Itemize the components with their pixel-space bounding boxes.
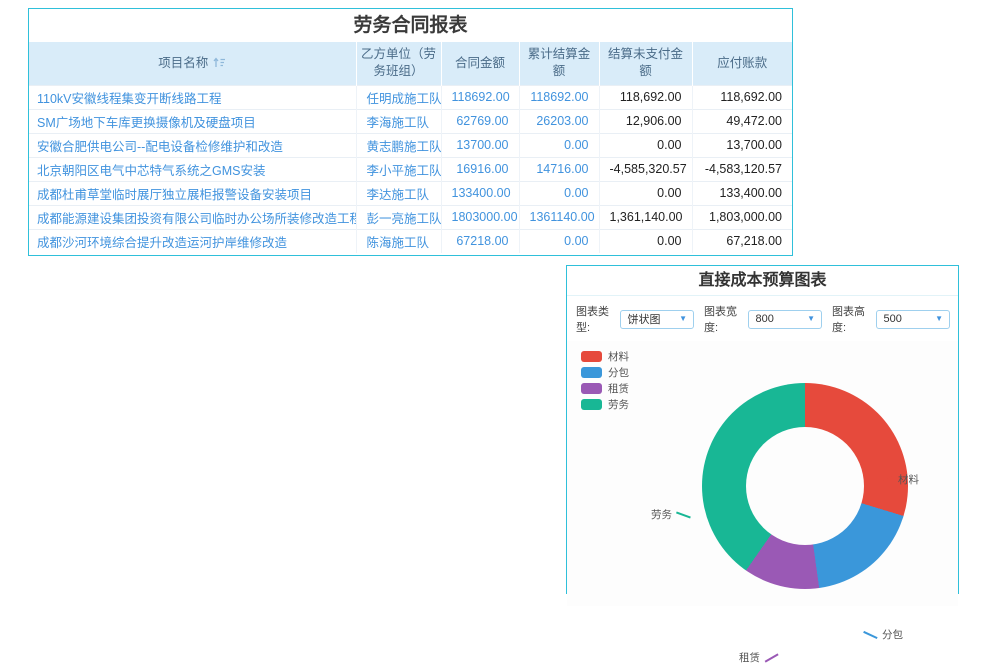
pie-slice-label-lease: 租赁 bbox=[739, 650, 779, 665]
contractor-cell: 任明成施工队 bbox=[356, 85, 441, 109]
chevron-down-icon: ▼ bbox=[807, 315, 815, 323]
legend-item-labor[interactable]: 劳务 bbox=[581, 397, 629, 412]
column-header-settled-amount: 累计结算金额 bbox=[519, 42, 599, 85]
payable-cell: 118,692.00 bbox=[692, 85, 792, 109]
contractor-cell: 黄志鹏施工队 bbox=[356, 133, 441, 157]
chart-height-select[interactable]: 500 ▼ bbox=[876, 310, 950, 329]
settled-amount-cell: 14716.00 bbox=[519, 157, 599, 181]
settled-amount-cell: 118692.00 bbox=[519, 85, 599, 109]
settled-amount-cell: 26203.00 bbox=[519, 109, 599, 133]
chart-width-select[interactable]: 800 ▼ bbox=[748, 310, 822, 329]
table-row: 成都杜甫草堂临时展厅独立展柜报警设备安装项目 李达施工队 133400.00 0… bbox=[29, 181, 792, 205]
contractor-cell: 李小平施工队 bbox=[356, 157, 441, 181]
table-header-row: 项目名称 乙方单位（劳务班组） 合同金额 累计结算金额 结算未支付金额 应付账款 bbox=[29, 42, 792, 85]
contract-amount-cell: 133400.00 bbox=[441, 181, 519, 205]
donut-chart[interactable] bbox=[702, 383, 908, 589]
project-name-cell[interactable]: 成都能源建设集团投资有限公司临时办公场所装修改造工程EPC bbox=[29, 205, 356, 229]
settled-amount-cell: 0.00 bbox=[519, 181, 599, 205]
leader-line bbox=[879, 476, 893, 484]
pie-slice-label-subcontract: 分包 bbox=[863, 627, 903, 642]
unpaid-amount-cell: 118,692.00 bbox=[599, 85, 692, 109]
chevron-down-icon: ▼ bbox=[679, 315, 687, 323]
table-row: 安徽合肥供电公司--配电设备检修维护和改造 黄志鹏施工队 13700.00 0.… bbox=[29, 133, 792, 157]
unpaid-amount-cell: 0.00 bbox=[599, 181, 692, 205]
legend-swatch bbox=[581, 399, 602, 410]
column-header-payable: 应付账款 bbox=[692, 42, 792, 85]
legend-item-subcontract[interactable]: 分包 bbox=[581, 365, 629, 380]
column-header-contractor: 乙方单位（劳务班组） bbox=[356, 42, 441, 85]
project-name-cell[interactable]: 安徽合肥供电公司--配电设备检修维护和改造 bbox=[29, 133, 356, 157]
legend-item-lease[interactable]: 租赁 bbox=[581, 381, 629, 396]
pie-chart-area: 材料 分包 租赁 劳务 材料 分包 租赁 劳务 bbox=[567, 341, 958, 606]
payable-cell: 133,400.00 bbox=[692, 181, 792, 205]
chart-height-label: 图表高度: bbox=[832, 303, 871, 335]
contractor-cell: 彭一亮施工队 bbox=[356, 205, 441, 229]
table-row: 北京朝阳区电气中芯特气系统之GMS安装 李小平施工队 16916.00 1471… bbox=[29, 157, 792, 181]
settled-amount-cell: 1361140.00 bbox=[519, 205, 599, 229]
legend-swatch bbox=[581, 383, 602, 394]
chart-width-label: 图表宽度: bbox=[704, 303, 743, 335]
table-row: SM广场地下车库更换摄像机及硬盘项目 李海施工队 62769.00 26203.… bbox=[29, 109, 792, 133]
leader-line bbox=[765, 653, 779, 662]
contract-amount-cell: 118692.00 bbox=[441, 85, 519, 109]
report-title: 劳务合同报表 bbox=[29, 9, 792, 42]
direct-cost-budget-chart-card: 直接成本预算图表 图表类型: 饼状图 ▼ 图表宽度: 800 ▼ 图表高度: 5… bbox=[566, 265, 959, 594]
unpaid-amount-cell: 0.00 bbox=[599, 229, 692, 253]
chart-height-value: 500 bbox=[883, 313, 901, 325]
unpaid-amount-cell: 0.00 bbox=[599, 133, 692, 157]
project-name-cell[interactable]: 成都沙河环境综合提升改造运河护岸维修改造 bbox=[29, 229, 356, 253]
payable-cell: 67,218.00 bbox=[692, 229, 792, 253]
contract-amount-cell: 1803000.00 bbox=[441, 205, 519, 229]
chevron-down-icon: ▼ bbox=[935, 315, 943, 323]
settled-amount-cell: 0.00 bbox=[519, 133, 599, 157]
chart-title: 直接成本预算图表 bbox=[567, 266, 958, 296]
chart-type-select[interactable]: 饼状图 ▼ bbox=[620, 310, 694, 329]
labor-contract-table: 项目名称 乙方单位（劳务班组） 合同金额 累计结算金额 结算未支付金额 应付账款… bbox=[29, 42, 792, 253]
table-row: 成都沙河环境综合提升改造运河护岸维修改造 陈海施工队 67218.00 0.00… bbox=[29, 229, 792, 253]
chart-controls: 图表类型: 饼状图 ▼ 图表宽度: 800 ▼ 图表高度: 500 ▼ bbox=[567, 296, 958, 341]
unpaid-amount-cell: 1,361,140.00 bbox=[599, 205, 692, 229]
payable-cell: -4,583,120.57 bbox=[692, 157, 792, 181]
project-name-cell[interactable]: SM广场地下车库更换摄像机及硬盘项目 bbox=[29, 109, 356, 133]
chart-type-value: 饼状图 bbox=[627, 311, 660, 327]
chart-height-control: 图表高度: 500 ▼ bbox=[832, 303, 950, 335]
legend-swatch bbox=[581, 367, 602, 378]
settled-amount-cell: 0.00 bbox=[519, 229, 599, 253]
pie-slice-label-material: 材料 bbox=[879, 472, 919, 487]
project-name-cell[interactable]: 110kV安徽线程集变开断线路工程 bbox=[29, 85, 356, 109]
contract-amount-cell: 13700.00 bbox=[441, 133, 519, 157]
project-name-cell[interactable]: 成都杜甫草堂临时展厅独立展柜报警设备安装项目 bbox=[29, 181, 356, 205]
chart-type-label: 图表类型: bbox=[576, 303, 615, 335]
column-header-contract-amount: 合同金额 bbox=[441, 42, 519, 85]
chart-type-control: 图表类型: 饼状图 ▼ bbox=[576, 303, 694, 335]
chart-width-value: 800 bbox=[755, 313, 773, 325]
leader-line bbox=[863, 631, 877, 639]
unpaid-amount-cell: -4,585,320.57 bbox=[599, 157, 692, 181]
payable-cell: 1,803,000.00 bbox=[692, 205, 792, 229]
pie-slice-label-labor: 劳务 bbox=[651, 507, 691, 522]
chart-legend: 材料 分包 租赁 劳务 bbox=[581, 349, 629, 413]
project-name-cell[interactable]: 北京朝阳区电气中芯特气系统之GMS安装 bbox=[29, 157, 356, 181]
column-header-project-name[interactable]: 项目名称 bbox=[29, 42, 356, 85]
table-row: 110kV安徽线程集变开断线路工程 任明成施工队 118692.00 11869… bbox=[29, 85, 792, 109]
legend-item-material[interactable]: 材料 bbox=[581, 349, 629, 364]
legend-swatch bbox=[581, 351, 602, 362]
contract-amount-cell: 67218.00 bbox=[441, 229, 519, 253]
table-row: 成都能源建设集团投资有限公司临时办公场所装修改造工程EPC 彭一亮施工队 180… bbox=[29, 205, 792, 229]
labor-contract-report-card: 劳务合同报表 项目名称 乙方单位（劳务班组） 合同金额 累计结算金额 结算未支付… bbox=[28, 8, 793, 256]
contractor-cell: 李海施工队 bbox=[356, 109, 441, 133]
payable-cell: 13,700.00 bbox=[692, 133, 792, 157]
payable-cell: 49,472.00 bbox=[692, 109, 792, 133]
contract-amount-cell: 62769.00 bbox=[441, 109, 519, 133]
contractor-cell: 李达施工队 bbox=[356, 181, 441, 205]
column-header-unpaid-amount: 结算未支付金额 bbox=[599, 42, 692, 85]
unpaid-amount-cell: 12,906.00 bbox=[599, 109, 692, 133]
sort-icon[interactable] bbox=[213, 56, 226, 67]
contract-amount-cell: 16916.00 bbox=[441, 157, 519, 181]
contractor-cell: 陈海施工队 bbox=[356, 229, 441, 253]
leader-line bbox=[676, 511, 691, 518]
chart-width-control: 图表宽度: 800 ▼ bbox=[704, 303, 822, 335]
